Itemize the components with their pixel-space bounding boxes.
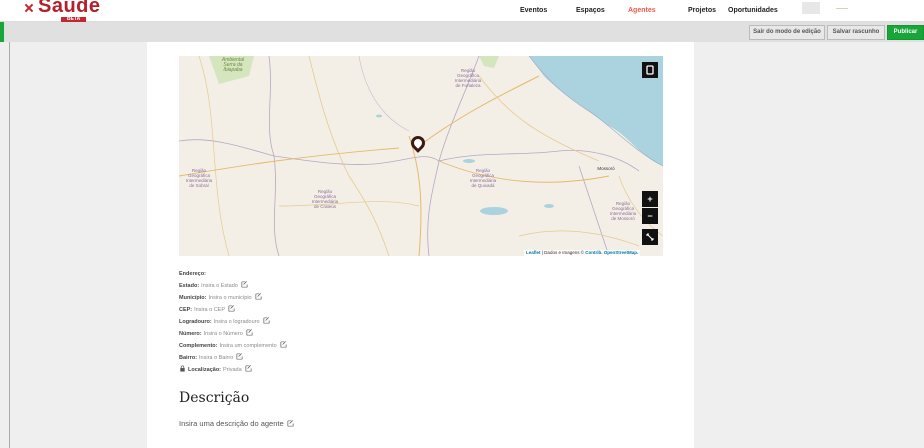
- exit-edit-mode-button[interactable]: Sair do modo de edição: [749, 25, 825, 40]
- description-field[interactable]: Insira uma descrição do agente: [179, 419, 294, 428]
- address-field-bairro[interactable]: Bairro: Insira o Bairro: [179, 352, 287, 364]
- location-map[interactable]: Ambiental Serra da Ibiapaba Região Geogr…: [179, 56, 663, 256]
- edit-icon[interactable]: [236, 353, 243, 360]
- map-label-fortaleza: Região Geográfica Intermediária de Forta…: [454, 68, 482, 88]
- main-menu: Eventos Espaços Agentes Projetos Oportun…: [510, 0, 788, 22]
- map-tiles: [179, 56, 663, 256]
- address-field-localizacao[interactable]: Localização: Privada: [179, 364, 287, 376]
- nav-espacos[interactable]: Espaços: [566, 0, 618, 22]
- left-divider: [9, 42, 10, 448]
- edit-icon[interactable]: [228, 305, 235, 312]
- edit-icon[interactable]: [280, 341, 287, 348]
- edit-icon[interactable]: [263, 317, 270, 324]
- nav-decoration: [836, 8, 848, 9]
- agent-edit-card: Ambiental Serra da Ibiapaba Região Geogr…: [147, 42, 694, 448]
- address-section: Endereço: Estado: Insira o Estado Municíp…: [179, 268, 287, 376]
- address-field-numero[interactable]: Número: Insira o Número: [179, 328, 287, 340]
- nav-agentes[interactable]: Agentes: [618, 0, 678, 22]
- edit-mode-bar: Sair do modo de edição Salvar rascunho P…: [0, 22, 924, 42]
- description-title: Descrição: [179, 390, 250, 406]
- map-label-quixada: Região Geográfica Intermediária de Quixa…: [469, 168, 497, 188]
- address-field-complemento[interactable]: Complemento: Insira um complemento: [179, 340, 287, 352]
- logo-cross-icon: [24, 3, 34, 13]
- address-field-logradouro[interactable]: Logradouro: Insira o logradouro: [179, 316, 287, 328]
- attribution-text: | Dados e Imagens ©: [540, 250, 586, 255]
- user-avatar[interactable]: [802, 2, 820, 14]
- zoom-out-button[interactable]: −: [642, 208, 658, 224]
- description-placeholder[interactable]: Insira uma descrição do agente: [179, 419, 284, 428]
- map-label-sobral: Região Geográfica Intermediária de Sobra…: [185, 168, 213, 188]
- edit-icon[interactable]: [287, 420, 294, 427]
- address-title: Endereço:: [179, 271, 206, 277]
- map-label-ibiapaba: Ambiental Serra da Ibiapaba: [221, 57, 245, 73]
- publish-button[interactable]: Publicar: [887, 25, 924, 40]
- logo-text: Saúde: [38, 0, 101, 17]
- logo[interactable]: Saúde BETA: [24, 0, 101, 22]
- fullscreen-icon[interactable]: [642, 229, 658, 245]
- map-label-crateus: Região Geográfica Intermediária de Crate…: [311, 189, 339, 209]
- edit-icon[interactable]: [246, 329, 253, 336]
- edit-icon[interactable]: [255, 293, 262, 300]
- zoom-in-button[interactable]: +: [642, 191, 658, 207]
- lock-icon: [180, 365, 185, 372]
- nav-projetos[interactable]: Projetos: [678, 0, 718, 22]
- map-label-mossoro-city: Mossoró: [597, 166, 615, 171]
- map-attribution: Leaflet | Dados e Imagens © Contrib. Ope…: [524, 250, 641, 256]
- save-draft-button[interactable]: Salvar rascunho: [827, 25, 885, 40]
- leaflet-link[interactable]: Leaflet: [526, 250, 541, 255]
- top-navigation: Saúde BETA Eventos Espaços Agentes Proje…: [0, 0, 924, 22]
- nav-oportunidades[interactable]: Oportunidades: [718, 0, 788, 22]
- edit-icon[interactable]: [245, 365, 252, 372]
- layers-icon[interactable]: [642, 62, 658, 78]
- osm-link[interactable]: Contrib. OpenStreetMap.: [585, 250, 638, 255]
- nav-eventos[interactable]: Eventos: [510, 0, 566, 22]
- edit-icon[interactable]: [241, 281, 248, 288]
- address-field-estado[interactable]: Estado: Insira o Estado: [179, 280, 287, 292]
- address-field-municipio[interactable]: Município: Insira o município: [179, 292, 287, 304]
- address-field-cep[interactable]: CEP: Insira o CEP: [179, 304, 287, 316]
